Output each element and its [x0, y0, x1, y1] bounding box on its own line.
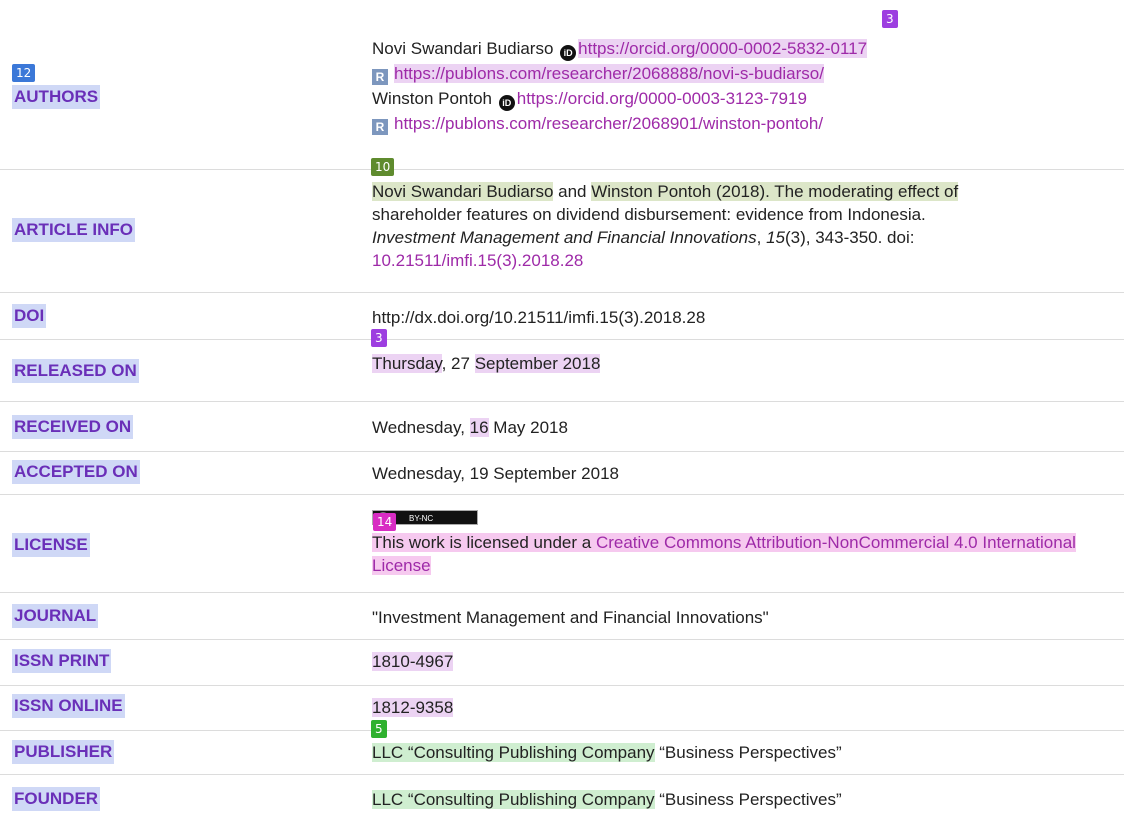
- row-article-info: ARTICLE INFO Novi Swandari Budiarso and …: [0, 170, 1124, 293]
- row-authors: AUTHORS Novi Swandari Budiarso iD https:/…: [0, 0, 1124, 170]
- author-1-publons-line: Rhttps://publons.com/researcher/2068888/…: [372, 61, 1118, 86]
- citation-volume: 15: [766, 228, 785, 247]
- doi-value: http://dx.doi.org/10.21511/imfi.15(3).20…: [372, 308, 706, 327]
- founder-company: LLC “Consulting Publishing Company: [372, 790, 655, 809]
- orcid-icon: iD: [498, 95, 515, 111]
- author-2-publons-line: Rhttps://publons.com/researcher/2068901/…: [372, 111, 1118, 136]
- released-on-label: RELEASED ON: [12, 359, 139, 383]
- authors-label: AUTHORS: [12, 85, 101, 109]
- author-1-line: Novi Swandari Budiarso iD https://orcid.o…: [372, 36, 1118, 61]
- journal-value: "Investment Management and Financial Inn…: [372, 608, 769, 627]
- accepted-on-label: ACCEPTED ON: [12, 460, 140, 484]
- authors-value: Novi Swandari Budiarso iD https://orcid.o…: [372, 36, 1118, 136]
- license-value: BY-NC This work is licensed under a Crea…: [372, 508, 1118, 577]
- publisher-company: LLC “Consulting Publishing Company: [372, 743, 655, 762]
- license-label: LICENSE: [12, 533, 90, 557]
- citation-author-1: Novi Swandari Budiarso: [372, 182, 554, 201]
- citation-title-cont: shareholder features on dividend disburs…: [372, 205, 926, 224]
- publisher-label: PUBLISHER: [12, 740, 115, 764]
- annotation-tag: 12: [12, 64, 36, 82]
- row-received-on: RECEIVED ON Wednesday, 16 May 2018: [0, 402, 1124, 452]
- received-day-num: 16: [469, 418, 489, 437]
- publisher-value: LLC “Consulting Publishing Company “Busi…: [372, 743, 842, 762]
- citation-journal: Investment Management and Financial Inno…: [372, 228, 757, 247]
- row-license: LICENSE BY-NC This work is licensed unde…: [0, 495, 1124, 593]
- received-on-label: RECEIVED ON: [12, 415, 134, 439]
- row-journal: JOURNAL "Investment Management and Finan…: [0, 593, 1124, 640]
- journal-label: JOURNAL: [12, 604, 99, 628]
- founder-value: LLC “Consulting Publishing Company “Busi…: [372, 790, 842, 809]
- annotation-tag: 14: [373, 513, 397, 531]
- author-2-name: Winston Pontoh: [372, 89, 493, 108]
- author-1-name: Novi Swandari Budiarso: [372, 39, 554, 58]
- issn-print-label: ISSN PRINT: [12, 649, 112, 673]
- row-publisher: PUBLISHER LLC “Consulting Publishing Com…: [0, 731, 1124, 775]
- released-on-value: Thursday, 27 September 2018: [372, 354, 601, 373]
- annotation-tag: 10: [371, 158, 395, 176]
- issn-online-label: ISSN ONLINE: [12, 694, 125, 718]
- license-text: This work is licensed under a: [372, 533, 596, 552]
- article-info-label: ARTICLE INFO: [12, 218, 135, 242]
- row-issn-print: ISSN PRINT 1810-4967: [0, 640, 1124, 686]
- issn-online-value: 1812-9358: [372, 698, 454, 717]
- accepted-on-value: Wednesday, 19 September 2018: [372, 464, 619, 483]
- row-doi: DOI http://dx.doi.org/10.21511/imfi.15(3…: [0, 293, 1124, 340]
- author-2-publons-link[interactable]: https://publons.com/researcher/2068901/w…: [394, 114, 823, 133]
- publons-icon: R: [372, 119, 388, 135]
- row-founder: FOUNDER LLC “Consulting Publishing Compa…: [0, 775, 1124, 814]
- author-2-line: Winston Pontoh iD https://orcid.org/0000-…: [372, 86, 1118, 111]
- released-month-year: September 2018: [474, 354, 601, 373]
- row-accepted-on: ACCEPTED ON Wednesday, 19 September 2018: [0, 452, 1124, 495]
- annotation-tag: 5: [371, 720, 387, 738]
- doi-label: DOI: [12, 304, 47, 328]
- orcid-icon: iD: [560, 45, 577, 61]
- received-on-value: Wednesday, 16 May 2018: [372, 418, 568, 437]
- founder-label: FOUNDER: [12, 787, 101, 811]
- citation-doi-link[interactable]: 10.21511/imfi.15(3).2018.28: [372, 251, 583, 270]
- annotation-tag: 3: [371, 329, 387, 347]
- row-issn-online: ISSN ONLINE 1812-9358: [0, 686, 1124, 731]
- annotation-tag: 3: [882, 10, 898, 28]
- row-released-on: RELEASED ON Thursday, 27 September 2018: [0, 340, 1124, 402]
- issn-print-value: 1810-4967: [372, 652, 454, 671]
- released-day: Thursday: [372, 354, 442, 373]
- citation-pages: (3), 343-350. doi:: [785, 228, 915, 247]
- author-1-orcid-link[interactable]: https://orcid.org/0000-0002-5832-0117: [578, 39, 868, 58]
- citation-author-2-title: Winston Pontoh (2018). The moderating ef…: [591, 182, 959, 201]
- publons-icon: R: [372, 69, 388, 85]
- author-2-orcid-link[interactable]: https://orcid.org/0000-0003-3123-7919: [517, 89, 807, 108]
- article-info-value: Novi Swandari Budiarso and Winston Ponto…: [372, 182, 959, 270]
- author-1-publons-link[interactable]: https://publons.com/researcher/2068888/n…: [394, 64, 824, 83]
